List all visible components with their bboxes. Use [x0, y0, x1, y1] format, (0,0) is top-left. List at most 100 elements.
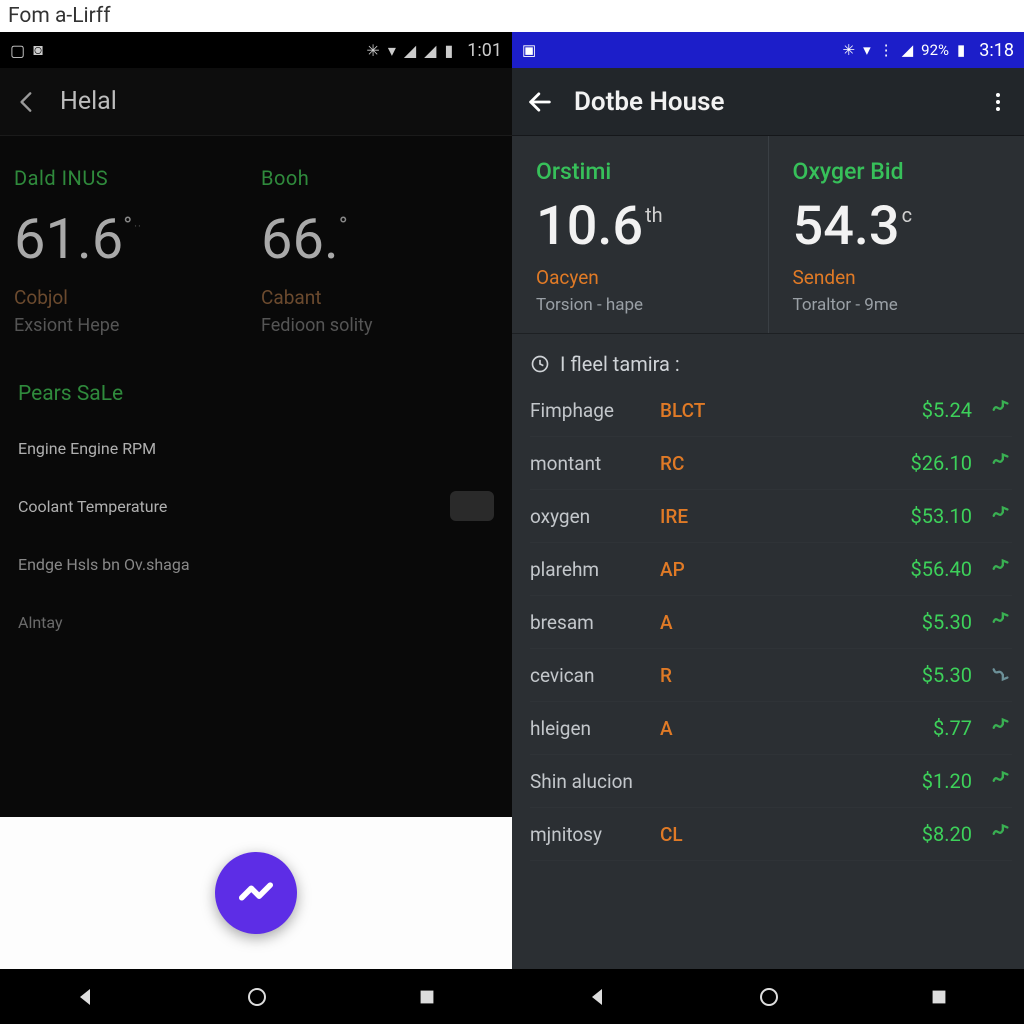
gauge-unit: ° [339, 212, 348, 240]
item-price: $5.30 [922, 610, 972, 634]
item-name: oxygen [530, 505, 650, 528]
trend-up-icon [990, 715, 1012, 741]
list-item[interactable]: cevicanR$5.30 [530, 649, 1012, 702]
list-item[interactable]: FimphageBLCT$5.24 [530, 384, 1012, 437]
trend-down-icon [990, 662, 1012, 688]
nav-home-icon[interactable] [245, 985, 269, 1009]
notification-icon: ▢ [10, 41, 25, 60]
trend-up-icon [990, 450, 1012, 476]
back-icon[interactable] [526, 88, 554, 116]
item-name: montant [530, 452, 650, 475]
android-nav-bar [0, 969, 512, 1024]
data-icon: ⋮ [879, 41, 894, 59]
item-price: $.77 [933, 716, 972, 740]
status-right-icons: ✳ ▾ ⋮ ◢ 92% ▮ 3:18 [843, 40, 1015, 61]
gauge-number: 61.6 [14, 206, 123, 272]
more-icon[interactable] [986, 90, 1010, 114]
back-icon[interactable] [14, 89, 40, 115]
app-bar: Helal [0, 68, 512, 136]
item-code: IRE [660, 505, 688, 528]
list-item-label: Engine Engine RPM [18, 439, 156, 458]
list-item[interactable]: hleigen A $.77 [530, 702, 1012, 755]
gauge-sub2: Exsiont Hepe [14, 315, 251, 336]
item-price: $1.20 [922, 769, 972, 793]
item-price: $56.40 [911, 557, 972, 581]
item-name: Shin alucion [530, 770, 650, 793]
list-item-label: Alntay [18, 613, 63, 632]
item-name: cevican [530, 664, 650, 687]
list-item[interactable]: Alntay [18, 598, 494, 646]
clock-icon [530, 354, 550, 374]
trend-up-icon [990, 556, 1012, 582]
gauge-label: Orstimi [536, 158, 748, 185]
gauge-card-0[interactable]: Dald INUS 61.6°·· Cobjol Exsiont Hepe [14, 166, 251, 336]
gauge-unit: ° [123, 212, 132, 240]
battery-icon: ▮ [957, 41, 965, 59]
sensor-list: Engine Engine RPM Coolant Temperature En… [0, 414, 512, 646]
outer-caption: Fom a-Lirff [0, 0, 1024, 32]
status-left-icons: ▢ ◙ [10, 40, 43, 60]
item-price: $53.10 [911, 504, 972, 528]
nav-back-icon[interactable] [586, 985, 610, 1009]
gauge-row: Orstimi 10.6th Oacyen Torsion - hape Oxy… [512, 136, 1024, 334]
gauge-card-1[interactable]: Booh 66.° Cabant Fedioon solity [261, 166, 498, 336]
camera-icon: ◙ [33, 40, 43, 60]
wifi-icon: ▾ [863, 41, 871, 59]
gauge-number: 10.6 [536, 195, 643, 258]
gauge-label: Booh [261, 166, 498, 190]
gauge-sub2: Toraltor - 9me [793, 295, 1005, 315]
list-item[interactable]: Engine Engine RPM [18, 424, 494, 472]
gauge-sub1: Cabant [261, 286, 498, 309]
gauge-card-1[interactable]: Oxyger Bid 54.3c Senden Toraltor - 9me [768, 136, 1024, 333]
trend-up-icon [990, 821, 1012, 847]
gauge-value: 66.° [261, 206, 498, 272]
signal-icon: ◢ [404, 41, 416, 60]
gauge-tiny: ·· [134, 220, 142, 233]
list-item[interactable]: oxygen IRE $53.10 [530, 490, 1012, 543]
gauge-value: 10.6th [536, 195, 748, 258]
status-left-icons: ▣ [522, 41, 536, 59]
list-item[interactable]: Endge Hsls bn Ov.shaga [18, 540, 494, 588]
item-code: BLCT [660, 399, 705, 422]
bluetooth-icon: ✳ [843, 41, 856, 59]
list-item[interactable]: bresamA$5.30 [530, 596, 1012, 649]
item-name: mjnitosy [530, 823, 650, 846]
list-item-label: Endge Hsls bn Ov.shaga [18, 555, 190, 574]
list-item[interactable]: Shin alucion $1.20 [530, 755, 1012, 808]
battery-pct: 92% [921, 41, 949, 59]
gauge-sub1: Cobjol [14, 286, 251, 309]
item-name: hleigen [530, 717, 650, 740]
gauge-sub1: Senden [793, 266, 1005, 289]
list-item[interactable]: mjnitosyCL$8.20 [530, 808, 1012, 861]
item-name: Fimphage [530, 399, 650, 422]
phone-right: ▣ ✳ ▾ ⋮ ◢ 92% ▮ 3:18 Dotbe House O [512, 32, 1024, 1024]
item-price: $26.10 [911, 451, 972, 475]
nav-back-icon[interactable] [74, 985, 98, 1009]
page-title: Dotbe House [574, 87, 966, 117]
nav-recent-icon[interactable] [928, 986, 950, 1008]
section-header: I fleel tamira : [512, 334, 1024, 380]
nav-recent-icon[interactable] [416, 986, 438, 1008]
gauge-value: 61.6°·· [14, 206, 251, 272]
status-time: 1:01 [467, 40, 502, 61]
item-code: CL [660, 823, 683, 846]
gauge-card-0[interactable]: Orstimi 10.6th Oacyen Torsion - hape [512, 136, 768, 333]
item-code: A [660, 611, 673, 634]
gauge-sub2: Torsion - hape [536, 295, 748, 315]
gauge-value: 54.3c [793, 195, 1005, 258]
price-list: FimphageBLCT$5.24montantRC$26.10oxygenIR… [512, 380, 1024, 869]
nav-home-icon[interactable] [757, 985, 781, 1009]
gauge-unit: c [902, 203, 912, 227]
gauge-sub2: Fedioon solity [261, 315, 498, 336]
item-code: A [660, 717, 673, 740]
fab-button[interactable] [215, 852, 297, 934]
item-code: R [660, 664, 672, 687]
signal2-icon: ◢ [424, 41, 436, 60]
list-item[interactable]: plarehmAP$56.40 [530, 543, 1012, 596]
status-time: 3:18 [979, 40, 1014, 61]
list-item[interactable]: Coolant Temperature [18, 482, 494, 530]
status-bar: ▢ ◙ ✳ ▾ ◢ ◢ ▮ 1:01 [0, 32, 512, 68]
battery-icon: ▮ [444, 41, 453, 60]
phone-left: ▢ ◙ ✳ ▾ ◢ ◢ ▮ 1:01 Helal Dald INUS 61. [0, 32, 512, 1024]
list-item[interactable]: montantRC$26.10 [530, 437, 1012, 490]
